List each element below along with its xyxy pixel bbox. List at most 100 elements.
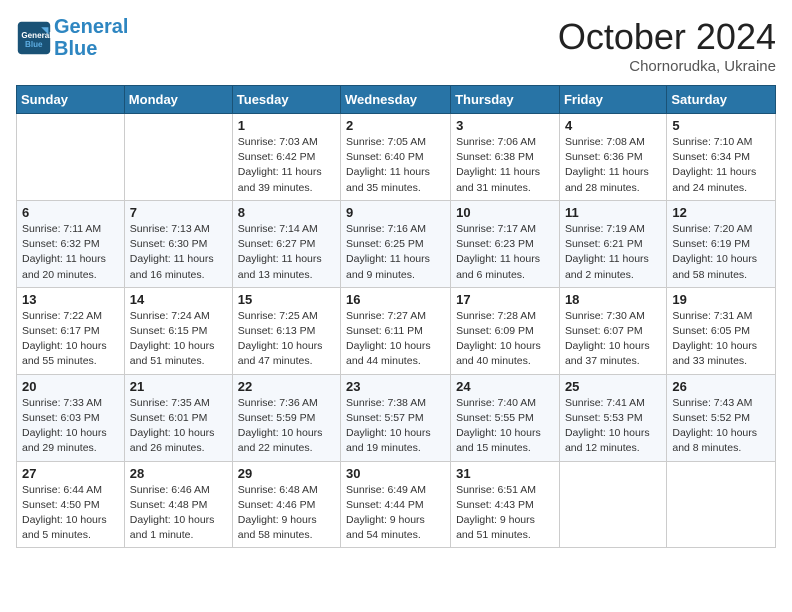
day-number: 9 [346,205,445,220]
day-cell: 5Sunrise: 7:10 AMSunset: 6:34 PMDaylight… [667,114,776,201]
day-number: 14 [130,292,227,307]
day-number: 4 [565,118,661,133]
svg-text:Blue: Blue [25,40,43,49]
day-number: 19 [672,292,770,307]
logo-icon: General Blue [16,20,52,56]
day-cell: 9 Sunrise: 7:16 AMSunset: 6:25 PMDaylight… [341,200,451,287]
day-header-saturday: Saturday [667,86,776,114]
day-cell: 12Sunrise: 7:20 AMSunset: 6:19 PMDayligh… [667,200,776,287]
day-cell: 20 Sunrise: 7:33 AMSunset: 6:03 PMDayligh… [17,374,125,461]
day-cell: 4 Sunrise: 7:08 AMSunset: 6:36 PMDaylight… [559,114,666,201]
day-header-wednesday: Wednesday [341,86,451,114]
day-number: 20 [22,379,119,394]
day-cell: 22 Sunrise: 7:36 AMSunset: 5:59 PMDayligh… [232,374,340,461]
week-row-4: 20 Sunrise: 7:33 AMSunset: 6:03 PMDayligh… [17,374,776,461]
day-cell: 2 Sunrise: 7:05 AMSunset: 6:40 PMDaylight… [341,114,451,201]
day-info: Sunrise: 7:33 AMSunset: 6:03 PMDaylight:… [22,396,119,457]
day-info: Sunrise: 7:24 AMSunset: 6:15 PMDaylight:… [130,309,227,370]
day-cell: 15 Sunrise: 7:25 AMSunset: 6:13 PMDayligh… [232,287,340,374]
day-number: 29 [238,466,335,481]
day-info: Sunrise: 7:19 AMSunset: 6:21 PMDaylight:… [565,222,661,283]
logo-text: GeneralBlue [54,16,128,60]
day-header-thursday: Thursday [451,86,560,114]
day-number: 6 [22,205,119,220]
day-cell: 23 Sunrise: 7:38 AMSunset: 5:57 PMDayligh… [341,374,451,461]
day-number: 26 [672,379,770,394]
day-number: 8 [238,205,335,220]
day-cell [559,461,666,548]
day-number: 10 [456,205,554,220]
day-info: Sunrise: 7:30 AMSunset: 6:07 PMDaylight:… [565,309,661,370]
day-cell: 28 Sunrise: 6:46 AMSunset: 4:48 PMDayligh… [124,461,232,548]
day-info: Sunrise: 7:20 AMSunset: 6:19 PMDaylight:… [672,222,770,283]
day-cell: 1Sunrise: 7:03 AMSunset: 6:42 PMDaylight… [232,114,340,201]
header-row: SundayMondayTuesdayWednesdayThursdayFrid… [17,86,776,114]
day-cell: 14 Sunrise: 7:24 AMSunset: 6:15 PMDayligh… [124,287,232,374]
day-info: Sunrise: 7:06 AMSunset: 6:38 PMDaylight:… [456,135,554,196]
day-info: Sunrise: 7:08 AMSunset: 6:36 PMDaylight:… [565,135,661,196]
day-info: Sunrise: 6:51 AMSunset: 4:43 PMDaylight:… [456,483,554,544]
day-number: 7 [130,205,227,220]
month-title: October 2024 [558,16,776,58]
day-cell: 13 Sunrise: 7:22 AMSunset: 6:17 PMDayligh… [17,287,125,374]
day-cell: 7 Sunrise: 7:13 AMSunset: 6:30 PMDaylight… [124,200,232,287]
day-number: 3 [456,118,554,133]
day-number: 18 [565,292,661,307]
day-cell [667,461,776,548]
day-info: Sunrise: 7:35 AMSunset: 6:01 PMDaylight:… [130,396,227,457]
day-info: Sunrise: 7:43 AMSunset: 5:52 PMDaylight:… [672,396,770,457]
day-number: 30 [346,466,445,481]
day-cell [124,114,232,201]
day-info: Sunrise: 7:38 AMSunset: 5:57 PMDaylight:… [346,396,445,457]
day-cell: 11 Sunrise: 7:19 AMSunset: 6:21 PMDayligh… [559,200,666,287]
day-info: Sunrise: 6:49 AMSunset: 4:44 PMDaylight:… [346,483,445,544]
day-info: Sunrise: 6:48 AMSunset: 4:46 PMDaylight:… [238,483,335,544]
day-info: Sunrise: 7:22 AMSunset: 6:17 PMDaylight:… [22,309,119,370]
day-info: Sunrise: 6:46 AMSunset: 4:48 PMDaylight:… [130,483,227,544]
day-number: 1 [238,118,335,133]
day-info: Sunrise: 7:25 AMSunset: 6:13 PMDaylight:… [238,309,335,370]
day-cell: 10 Sunrise: 7:17 AMSunset: 6:23 PMDayligh… [451,200,560,287]
location-subtitle: Chornorudka, Ukraine [558,58,776,75]
day-number: 27 [22,466,119,481]
day-cell: 31 Sunrise: 6:51 AMSunset: 4:43 PMDayligh… [451,461,560,548]
day-cell: 17Sunrise: 7:28 AMSunset: 6:09 PMDayligh… [451,287,560,374]
day-info: Sunrise: 7:16 AMSunset: 6:25 PMDaylight:… [346,222,445,283]
day-header-sunday: Sunday [17,86,125,114]
day-cell: 8 Sunrise: 7:14 AMSunset: 6:27 PMDaylight… [232,200,340,287]
day-number: 22 [238,379,335,394]
day-number: 5 [672,118,770,133]
day-cell: 3 Sunrise: 7:06 AMSunset: 6:38 PMDaylight… [451,114,560,201]
day-cell: 18 Sunrise: 7:30 AMSunset: 6:07 PMDayligh… [559,287,666,374]
day-number: 17 [456,292,554,307]
page-header: General Blue GeneralBlue October 2024 Ch… [16,16,776,75]
day-info: Sunrise: 7:17 AMSunset: 6:23 PMDaylight:… [456,222,554,283]
title-block: October 2024 Chornorudka, Ukraine [558,16,776,75]
day-info: Sunrise: 7:36 AMSunset: 5:59 PMDaylight:… [238,396,335,457]
day-number: 28 [130,466,227,481]
day-cell: 30 Sunrise: 6:49 AMSunset: 4:44 PMDayligh… [341,461,451,548]
day-number: 13 [22,292,119,307]
day-info: Sunrise: 7:14 AMSunset: 6:27 PMDaylight:… [238,222,335,283]
day-number: 15 [238,292,335,307]
calendar-table: SundayMondayTuesdayWednesdayThursdayFrid… [16,85,776,548]
day-cell: 16Sunrise: 7:27 AMSunset: 6:11 PMDayligh… [341,287,451,374]
day-cell: 26 Sunrise: 7:43 AMSunset: 5:52 PMDayligh… [667,374,776,461]
day-cell: 21 Sunrise: 7:35 AMSunset: 6:01 PMDayligh… [124,374,232,461]
day-number: 23 [346,379,445,394]
day-cell: 29 Sunrise: 6:48 AMSunset: 4:46 PMDayligh… [232,461,340,548]
day-info: Sunrise: 7:27 AMSunset: 6:11 PMDaylight:… [346,309,445,370]
day-number: 21 [130,379,227,394]
day-number: 25 [565,379,661,394]
day-number: 11 [565,205,661,220]
day-header-friday: Friday [559,86,666,114]
day-info: Sunrise: 7:41 AMSunset: 5:53 PMDaylight:… [565,396,661,457]
day-info: Sunrise: 7:11 AMSunset: 6:32 PMDaylight:… [22,222,119,283]
day-cell [17,114,125,201]
day-info: Sunrise: 7:40 AMSunset: 5:55 PMDaylight:… [456,396,554,457]
day-number: 2 [346,118,445,133]
day-info: Sunrise: 7:13 AMSunset: 6:30 PMDaylight:… [130,222,227,283]
day-number: 31 [456,466,554,481]
day-header-tuesday: Tuesday [232,86,340,114]
day-info: Sunrise: 7:05 AMSunset: 6:40 PMDaylight:… [346,135,445,196]
